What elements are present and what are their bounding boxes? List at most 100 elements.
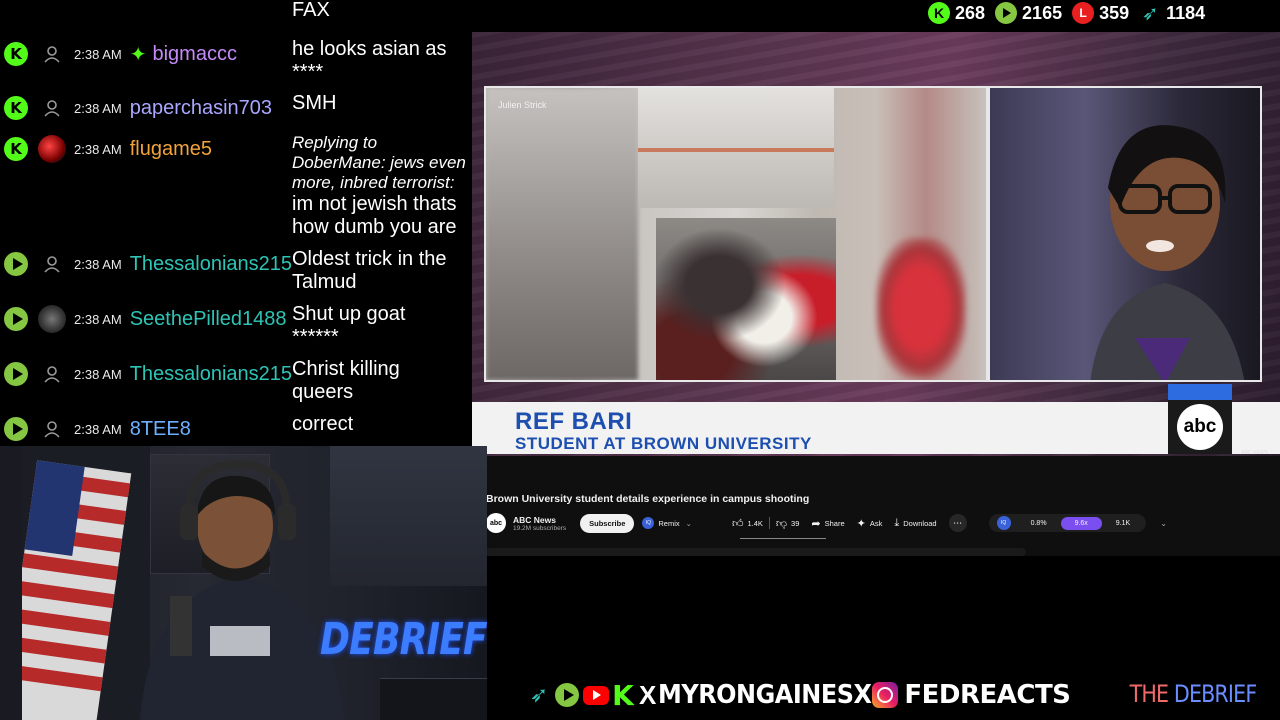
chat-reply-body: im not jewish thats how dumb you are bbox=[292, 193, 457, 238]
channel-subscribers: 19.2M subscribers bbox=[513, 524, 567, 532]
kick-icon: K bbox=[612, 678, 634, 712]
rumble-icon bbox=[4, 362, 28, 386]
brand-the: THE bbox=[1129, 680, 1168, 708]
stat-live: L 359 bbox=[1072, 2, 1129, 24]
download-button[interactable]: ⤓ Download bbox=[894, 517, 936, 530]
rumble-icon bbox=[4, 417, 28, 441]
stat-kick-count: 268 bbox=[955, 2, 986, 23]
ask-button[interactable]: ✦ Ask bbox=[857, 517, 883, 530]
pill-percent[interactable]: 0.8% bbox=[1017, 517, 1061, 530]
stats-pills: IQ 0.8% 9.6x 9.1K bbox=[988, 514, 1147, 532]
webcam-feed: DEBRIEF bbox=[0, 446, 487, 720]
video-player[interactable]: Julien Strick REF BARI STUDENT AT BROWN … bbox=[472, 32, 1280, 456]
chat-message-text: Shut up goat ****** bbox=[292, 303, 406, 348]
user-icon[interactable] bbox=[38, 415, 66, 443]
crowd-footage bbox=[656, 218, 836, 380]
chat-panel: FAX K 2:38 AM ✦ bigmaccc he looks asian as *… bbox=[0, 0, 472, 446]
chat-timestamp: 2:38 AM bbox=[74, 46, 122, 62]
chat-username[interactable]: Thessalonians215 bbox=[130, 253, 292, 276]
ask-label: Ask bbox=[869, 518, 883, 528]
chat-username[interactable]: flugame5 bbox=[130, 138, 212, 161]
debrief-neon-sign: DEBRIEF bbox=[320, 614, 487, 665]
chevron-down-icon: ⌄ bbox=[685, 518, 692, 528]
like-button[interactable]: 👍︎ 1.4K bbox=[732, 517, 763, 530]
subscribe-button[interactable]: Subscribe bbox=[580, 513, 635, 533]
chat-timestamp: 2:38 AM bbox=[74, 311, 122, 327]
chat-message-text-partial: FAX bbox=[292, 0, 330, 21]
like-bar bbox=[740, 538, 826, 539]
channel-name[interactable]: ABC News bbox=[513, 515, 566, 525]
pill-multiplier[interactable]: 9.6x bbox=[1060, 516, 1102, 530]
sparkle-icon: ✦ bbox=[856, 517, 866, 530]
stat-rumble-count: 2165 bbox=[1022, 2, 1063, 23]
chat-reply-quote: Replying to DoberMane: jews even more, i… bbox=[292, 133, 466, 192]
chat-username[interactable]: SeethePilled1488 bbox=[130, 308, 287, 331]
kick-icon: K bbox=[4, 96, 28, 120]
chevron-down-icon[interactable]: ⌄ bbox=[1160, 519, 1167, 528]
rumble-icon bbox=[4, 307, 28, 331]
lower-third: REF BARI STUDENT AT BROWN UNIVERSITY abc bbox=[472, 384, 1280, 454]
kick-icon: K bbox=[4, 42, 28, 66]
american-flag-image bbox=[0, 446, 150, 720]
user-icon[interactable] bbox=[38, 40, 66, 68]
chat-timestamp: 2:38 AM bbox=[74, 256, 122, 272]
chat-message-meta: 2:38 AM SeethePilled1488 bbox=[4, 305, 287, 333]
chat-timestamp: 2:38 AM bbox=[74, 421, 122, 437]
rumble-icon bbox=[995, 2, 1018, 24]
handle-myrongainesx: MYRONGAINESX bbox=[658, 680, 872, 710]
channel-avatar[interactable]: abc bbox=[486, 513, 506, 533]
video-actions-row: abc ABC News 19.2M subscribers Subscribe… bbox=[486, 512, 1276, 534]
bird-icon: ➶ bbox=[1141, 2, 1159, 25]
interviewee-image bbox=[1090, 125, 1245, 380]
instagram-icon bbox=[872, 682, 899, 708]
share-button[interactable]: ➦ Share bbox=[811, 517, 844, 530]
brand-debrief: DEBRIEF bbox=[1167, 680, 1257, 708]
chat-message-meta: 2:38 AM 8TEE8 bbox=[4, 415, 191, 443]
chat-timestamp: 2:38 AM bbox=[74, 366, 122, 382]
chat-username[interactable]: bigmaccc bbox=[152, 43, 236, 66]
youtube-info-bar: Brown University student details experie… bbox=[472, 456, 1280, 556]
user-icon[interactable] bbox=[38, 250, 66, 278]
chat-message-meta: K 2:38 AM ✦ bigmaccc bbox=[4, 40, 237, 68]
chat-username[interactable]: Thessalonians215 bbox=[130, 363, 292, 386]
stat-bird: ➶ 1184 bbox=[1139, 2, 1205, 25]
chat-username[interactable]: paperchasin703 bbox=[130, 97, 272, 120]
footage-watermark: Julien Strick bbox=[498, 100, 547, 110]
rumble-icon bbox=[555, 683, 579, 707]
user-icon[interactable] bbox=[38, 360, 66, 388]
remix-button[interactable]: IQ Remix ⌄ bbox=[642, 517, 692, 529]
stat-kick: K 268 bbox=[928, 2, 985, 24]
avatar[interactable] bbox=[38, 135, 66, 163]
footage-frame: Julien Strick bbox=[484, 86, 988, 382]
like-count: 1.4K bbox=[747, 518, 763, 528]
chat-username[interactable]: 8TEE8 bbox=[130, 418, 191, 441]
chat-message-text: Oldest trick in the Talmud bbox=[292, 248, 447, 293]
abc-logo-text: abc bbox=[1177, 404, 1223, 450]
abc-logo: abc bbox=[1168, 400, 1232, 454]
chat-message-meta: 2:38 AM Thessalonians215 bbox=[4, 360, 292, 388]
chat-message-meta: K 2:38 AM flugame5 bbox=[4, 135, 212, 163]
description-placeholder bbox=[486, 548, 1026, 556]
dislike-button[interactable]: 👎︎ 39 bbox=[776, 517, 800, 530]
user-icon[interactable] bbox=[38, 94, 66, 122]
dislike-count: 39 bbox=[791, 518, 800, 528]
chat-message-meta: K 2:38 AM paperchasin703 bbox=[4, 94, 272, 122]
channel-info[interactable]: ABC News 19.2M subscribers bbox=[513, 515, 566, 532]
remix-icon: IQ bbox=[642, 517, 655, 529]
stat-rumble: 2165 bbox=[995, 2, 1062, 24]
pill-views[interactable]: 9.1K bbox=[1102, 517, 1144, 530]
handle-fedreacts: FEDREACTS bbox=[904, 680, 1071, 710]
youtube-icon bbox=[583, 685, 609, 705]
social-banner: ➶ K X MYRONGAINESX FEDREACTS THE DEBRIEF bbox=[487, 670, 1280, 720]
lower-third-name: REF BARI bbox=[515, 408, 633, 435]
x-icon: X bbox=[639, 679, 657, 710]
audio-mixer bbox=[380, 678, 487, 720]
more-options-button[interactable]: ⋯ bbox=[948, 514, 967, 532]
bird-icon: ➶ bbox=[529, 682, 549, 707]
wall-background bbox=[330, 446, 487, 586]
thumbs-up-icon: 👍︎ bbox=[731, 517, 744, 530]
iq-icon: IQ bbox=[996, 516, 1011, 530]
avatar[interactable] bbox=[38, 305, 66, 333]
rumble-icon bbox=[4, 252, 28, 276]
streamer-image bbox=[140, 459, 345, 720]
